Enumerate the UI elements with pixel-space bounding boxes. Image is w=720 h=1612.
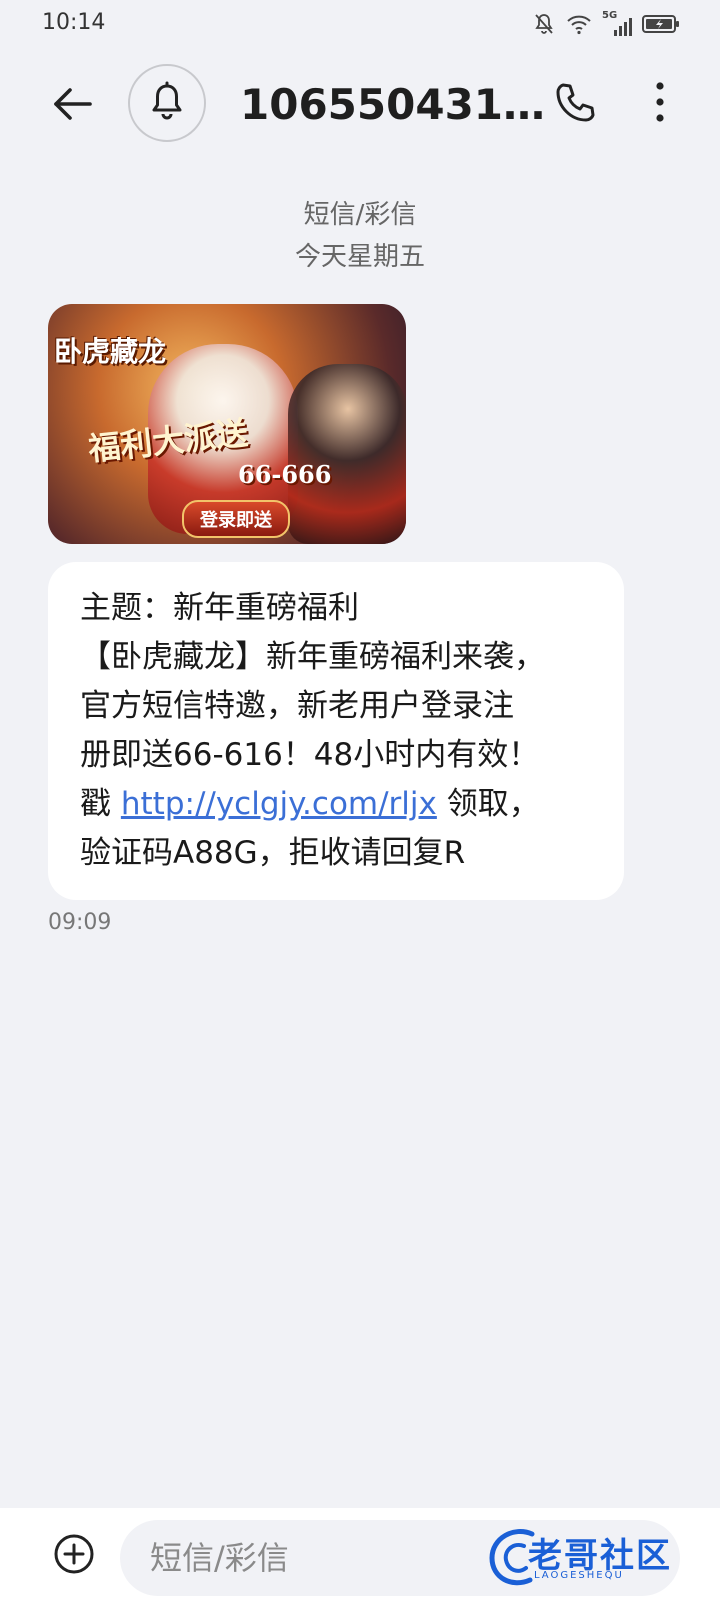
message-subject: 主题：新年重磅福利 bbox=[80, 590, 359, 626]
call-button[interactable] bbox=[548, 76, 604, 132]
message-timestamp: 09:09 bbox=[48, 910, 112, 935]
status-bar: 10:14 5G bbox=[0, 0, 720, 48]
message-line: 【卧虎藏龙】新年重磅福利来袭， bbox=[80, 639, 545, 675]
link-prefix: 戳 bbox=[80, 786, 121, 822]
banner-amount: 66-666 bbox=[238, 460, 332, 489]
more-options-button[interactable] bbox=[636, 76, 684, 132]
message-bubble[interactable]: 主题：新年重磅福利 【卧虎藏龙】新年重磅福利来袭， 官方短信特邀，新老用户登录注… bbox=[48, 562, 624, 900]
date-divider: 今天星期五 bbox=[294, 242, 425, 272]
status-time: 10:14 bbox=[42, 10, 106, 35]
back-arrow-icon bbox=[50, 82, 94, 130]
signal-icon: 5G bbox=[602, 10, 632, 38]
banner-game-title: 卧虎藏龙 bbox=[54, 335, 167, 368]
message-line-with-link: 戳 http://yclgjy.com/rljx 领取， bbox=[80, 780, 592, 829]
message-line: 册即送66-616！48小时内有效！ bbox=[80, 737, 540, 773]
phone-icon bbox=[553, 79, 599, 129]
back-button[interactable] bbox=[42, 76, 102, 136]
message-link[interactable]: http://yclgjy.com/rljx bbox=[121, 786, 437, 822]
message-input[interactable] bbox=[120, 1520, 680, 1596]
status-icons: 5G bbox=[532, 10, 680, 40]
add-attachment-button[interactable] bbox=[52, 1534, 96, 1578]
battery-charging-icon bbox=[642, 14, 680, 38]
contact-avatar[interactable] bbox=[128, 64, 206, 142]
message-line: 官方短信特邀，新老用户登录注 bbox=[80, 688, 514, 724]
banner-badge: 登录即送 bbox=[182, 500, 290, 538]
channel-label: 短信/彩信 bbox=[303, 200, 417, 230]
banner-warrior-art bbox=[288, 364, 406, 544]
link-suffix: 领取， bbox=[436, 786, 540, 822]
composer-bar bbox=[0, 1508, 720, 1612]
message-banner-image[interactable]: 卧虎藏龙 福利大派送 66-666 登录即送 bbox=[48, 304, 406, 544]
wifi-icon bbox=[566, 13, 592, 39]
more-vertical-icon bbox=[654, 80, 666, 128]
add-circle-icon bbox=[52, 1532, 96, 1580]
conversation-header: 106550431… bbox=[0, 60, 720, 150]
contact-number: 106550431… bbox=[240, 80, 546, 129]
message-line: 验证码A88G，拒收请回复R bbox=[80, 835, 466, 871]
bell-icon bbox=[146, 80, 188, 126]
mute-icon bbox=[532, 12, 556, 40]
